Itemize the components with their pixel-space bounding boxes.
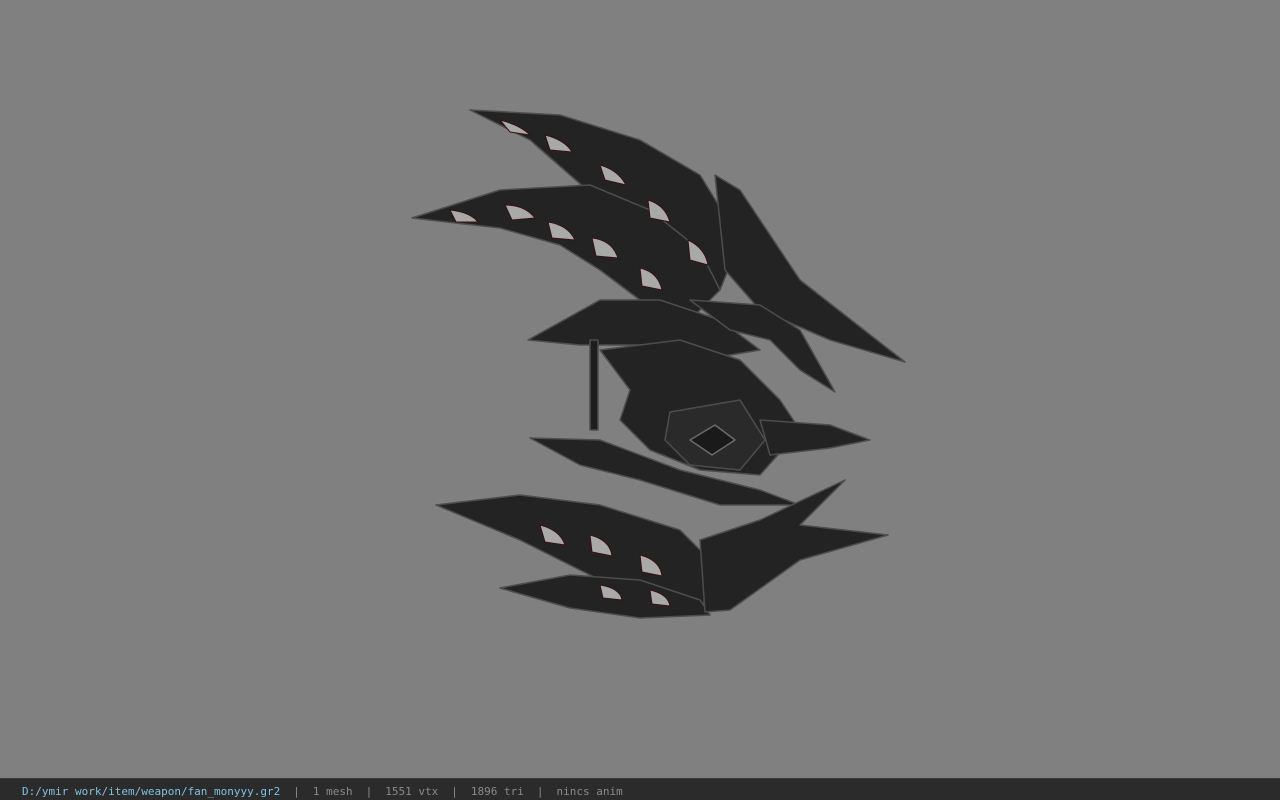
- status-bar: D:/ymir work/item/weapon/fan_monyyy.gr2 …: [0, 778, 1280, 800]
- separator: |: [451, 785, 458, 798]
- weapon-model-render: [411, 109, 906, 619]
- handle-rod: [589, 339, 599, 431]
- separator: |: [293, 785, 300, 798]
- mesh-count: 1 mesh: [312, 785, 353, 798]
- file-path: D:/ymir work/item/weapon/fan_monyyy.gr2: [22, 785, 281, 798]
- 3d-viewport[interactable]: [0, 0, 1280, 778]
- animation-status: nincs anim: [556, 785, 623, 798]
- vertex-count: 1551 vtx: [385, 785, 439, 798]
- separator: |: [365, 785, 373, 798]
- triangle-count: 1896 tri: [470, 785, 524, 798]
- separator: |: [536, 785, 544, 798]
- front-spike: [759, 419, 871, 456]
